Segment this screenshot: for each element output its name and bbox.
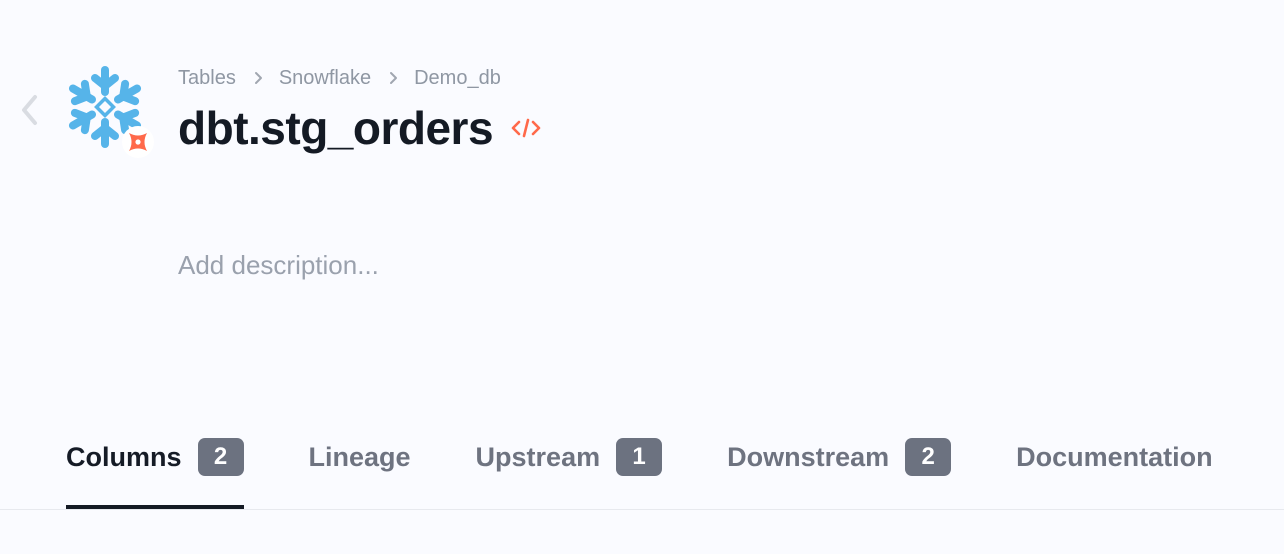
tab-columns[interactable]: Columns 2	[66, 430, 244, 509]
tab-divider	[0, 509, 1284, 510]
breadcrumb-snowflake[interactable]: Snowflake	[279, 67, 371, 90]
tab-documentation[interactable]: Documentation	[1016, 430, 1213, 484]
page-title: dbt.stg_orders	[178, 102, 494, 154]
tab-label: Lineage	[308, 441, 411, 472]
tab-downstream[interactable]: Downstream 2	[727, 430, 952, 484]
tab-upstream[interactable]: Upstream 1	[476, 430, 663, 484]
title-row: dbt.stg_orders	[178, 98, 541, 158]
code-icon[interactable]	[511, 117, 541, 139]
count-badge: 2	[197, 438, 244, 476]
count-badge: 2	[905, 438, 952, 476]
breadcrumb-tables[interactable]: Tables	[178, 67, 236, 90]
tab-label: Upstream	[475, 441, 601, 472]
dataset-header-page: Tables Snowflake Demo_db dbt.stg_orders …	[0, 0, 1284, 554]
chevron-left-icon	[22, 95, 37, 125]
back-button[interactable]	[16, 92, 44, 128]
count-badge: 1	[616, 438, 663, 476]
breadcrumb: Tables Snowflake Demo_db	[178, 64, 501, 92]
description-placeholder[interactable]: Add description...	[178, 250, 379, 281]
tab-bar: Columns 2 Lineage Upstream 1 Downstream …	[66, 430, 1278, 510]
tab-label: Columns	[66, 441, 182, 472]
dbt-logo	[129, 133, 147, 151]
tab-label: Downstream	[727, 441, 890, 472]
dbt-badge	[122, 126, 154, 158]
tab-label: Documentation	[1016, 441, 1213, 472]
chevron-right-icon	[254, 71, 263, 85]
chevron-right-icon	[389, 71, 398, 85]
tab-lineage[interactable]: Lineage	[309, 430, 411, 484]
breadcrumb-demo-db[interactable]: Demo_db	[414, 67, 501, 90]
source-logo	[62, 64, 154, 160]
